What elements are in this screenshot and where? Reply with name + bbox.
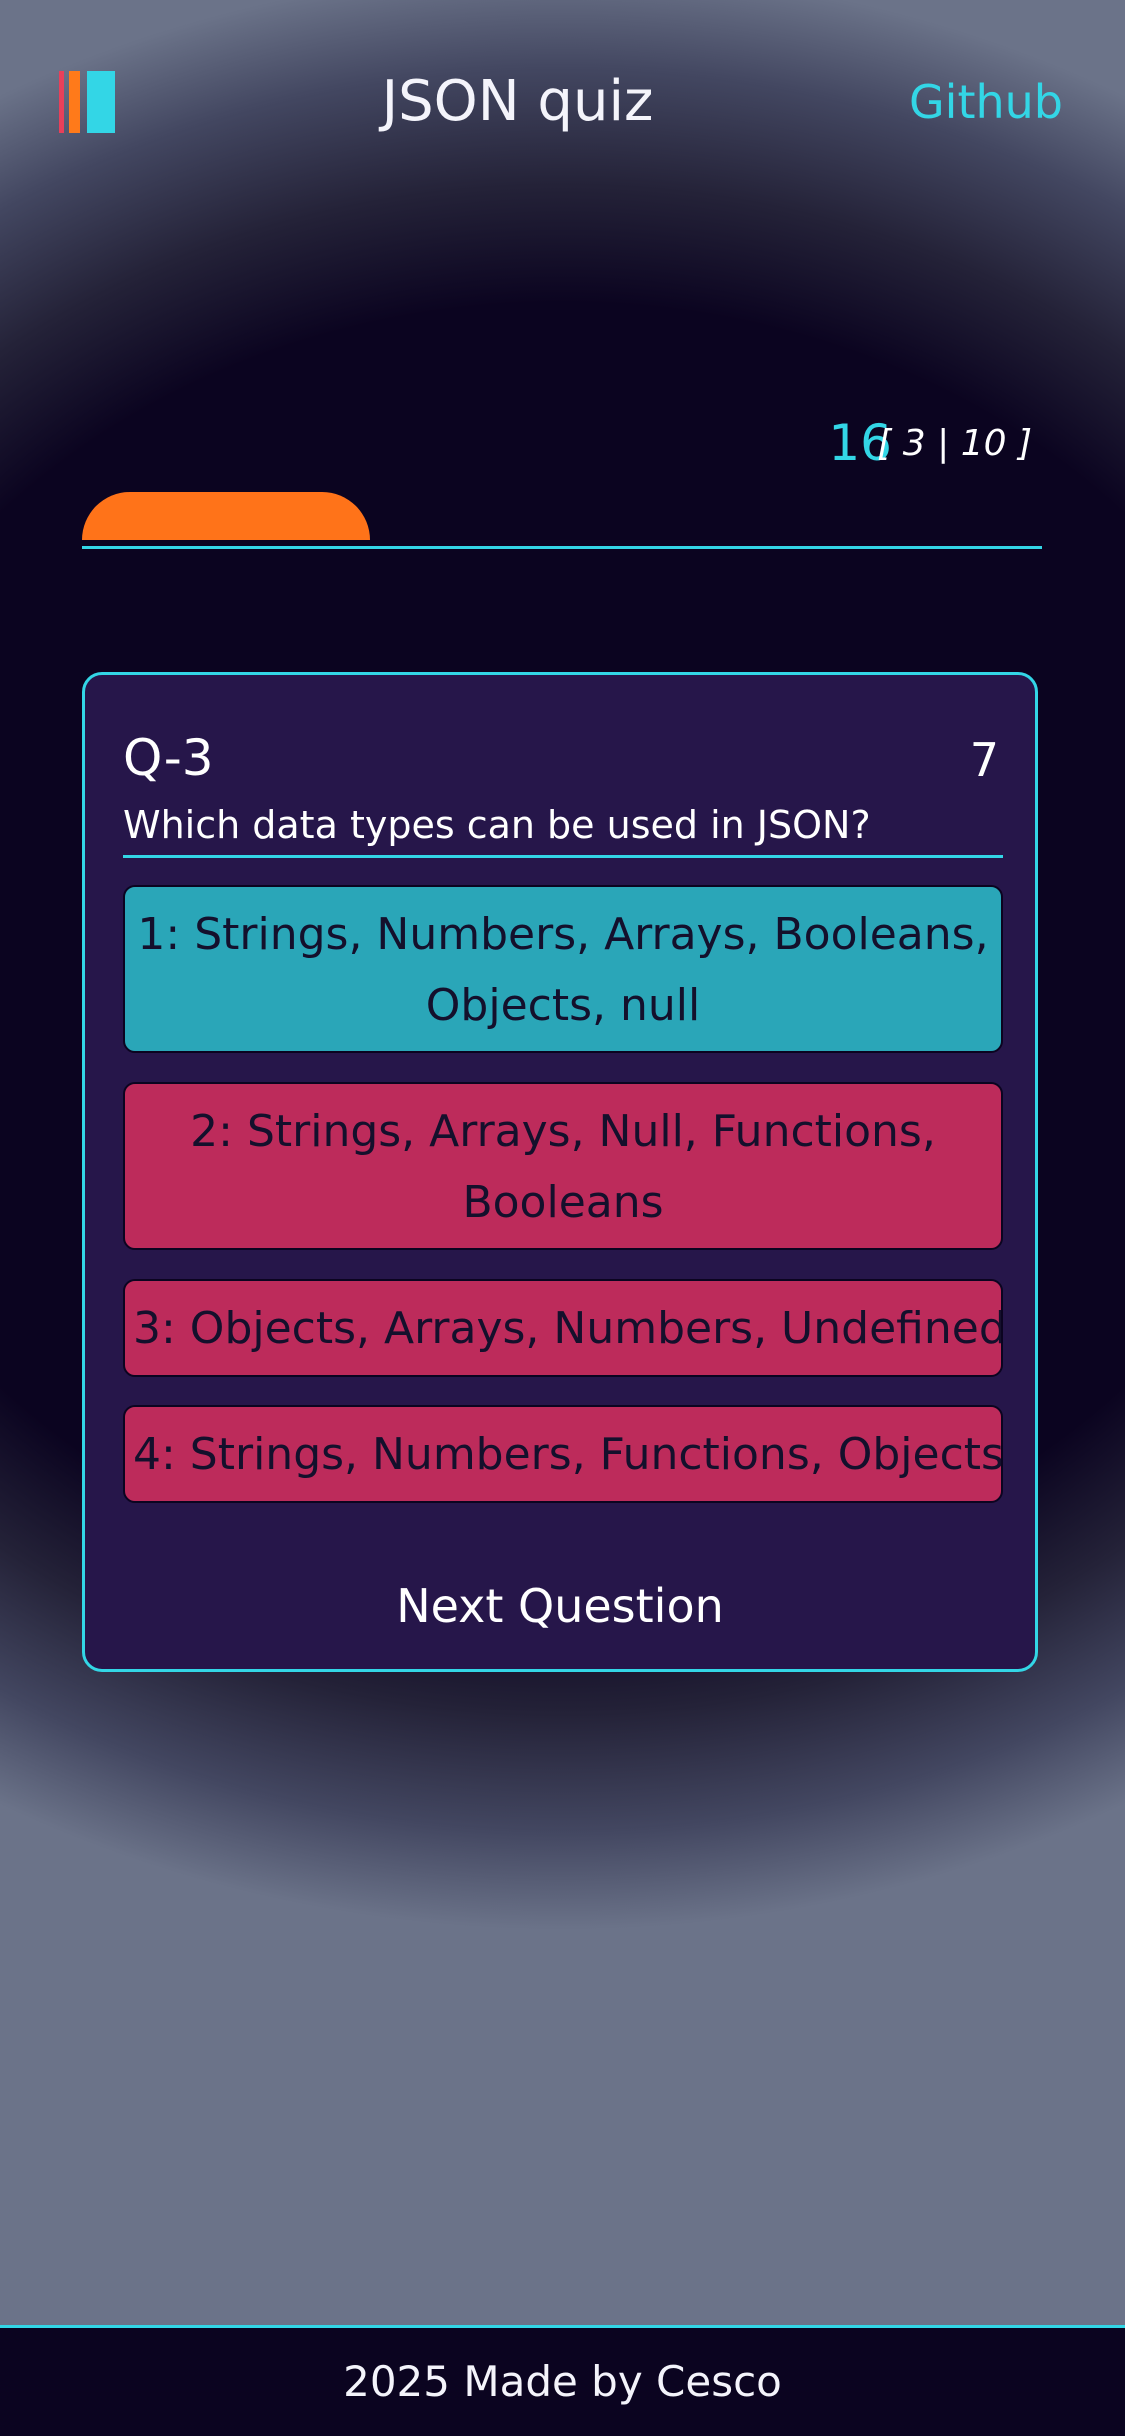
question-card: Q-3 7 Which data types can be used in JS…	[82, 672, 1038, 1672]
answer-option-4-text: 4: Strings, Numbers, Functions, Objects	[133, 1429, 1003, 1480]
app-title: JSON quiz	[381, 69, 654, 134]
question-points: 7	[969, 733, 999, 787]
answer-option-3[interactable]: 3: Objects, Arrays, Numbers, Undefined	[123, 1279, 1003, 1377]
question-text: Which data types can be used in JSON?	[123, 803, 871, 847]
answer-option-2-text: 2: Strings, Arrays, Null, Functions,	[190, 1106, 936, 1157]
answer-option-4[interactable]: 4: Strings, Numbers, Functions, Objects	[123, 1405, 1003, 1503]
github-link[interactable]: Github	[909, 70, 1063, 134]
progress-bar-fill	[82, 492, 370, 540]
answer-option-1-text: Objects, null	[425, 980, 701, 1031]
answer-option-3-text: 3: Objects, Arrays, Numbers, Undefined	[133, 1303, 1003, 1354]
answer-option-1[interactable]: 1: Strings, Numbers, Arrays, Booleans, O…	[123, 885, 1003, 1053]
footer: 2025 Made by Cesco	[0, 2325, 1125, 2436]
app-header: JSON quiz Github	[0, 0, 1125, 200]
answer-option-1-text: 1: Strings, Numbers, Arrays, Booleans,	[137, 909, 989, 960]
question-counter: [ 3 | 10 ]	[877, 423, 1032, 464]
quiz-progress: 16 [ 3 | 10 ]	[82, 400, 1042, 555]
progress-bar-track	[82, 546, 1042, 549]
footer-credit: 2025 Made by Cesco	[343, 2357, 782, 2406]
question-number: Q-3	[123, 729, 214, 787]
next-question-button[interactable]: Next Question	[85, 1571, 1035, 1641]
answer-option-2-text: Booleans	[462, 1177, 664, 1228]
question-divider	[123, 855, 1003, 858]
answer-option-2[interactable]: 2: Strings, Arrays, Null, Functions, Boo…	[123, 1082, 1003, 1250]
